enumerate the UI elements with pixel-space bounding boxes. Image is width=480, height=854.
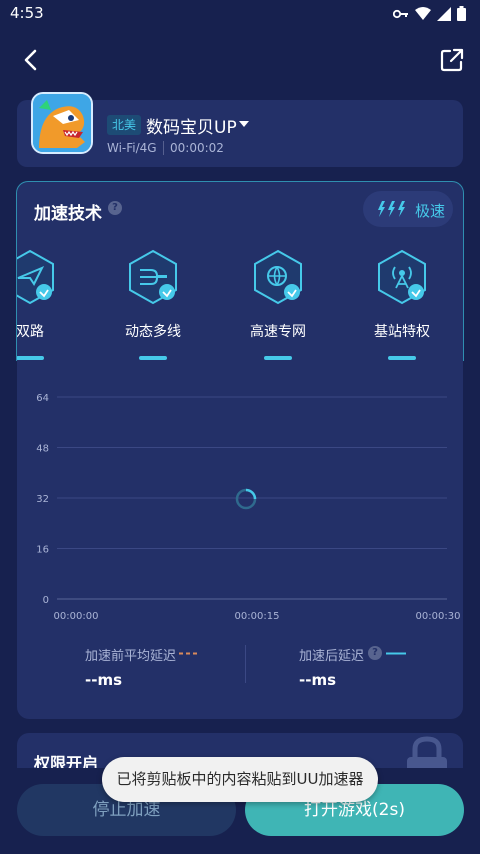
share-button[interactable] bbox=[438, 46, 466, 74]
battery-icon bbox=[457, 6, 466, 21]
help-icon[interactable]: ? bbox=[368, 646, 382, 660]
tech-item-indicator bbox=[388, 356, 416, 360]
tech-item-multiline[interactable]: 动态多线 bbox=[103, 248, 203, 360]
game-name[interactable]: 数码宝贝UP bbox=[146, 113, 237, 138]
speed-mode-label: 极速 bbox=[415, 202, 446, 220]
y-tick-label: 16 bbox=[36, 545, 49, 556]
elapsed-time: 00:00:02 bbox=[170, 141, 224, 155]
tech-item-dual[interactable]: 双路 bbox=[16, 248, 80, 360]
dashed-line-icon bbox=[179, 652, 197, 655]
y-tick-label: 32 bbox=[36, 494, 49, 505]
multiline-hex-icon bbox=[129, 249, 177, 305]
tech-item-label: 动态多线 bbox=[125, 324, 181, 340]
key-icon bbox=[393, 9, 408, 18]
status-icons bbox=[393, 6, 466, 21]
y-tick-label: 0 bbox=[43, 595, 49, 606]
dinosaur-icon bbox=[33, 94, 91, 152]
tower-hex-icon bbox=[378, 249, 426, 305]
legend-before-label: 加速前平均延迟 bbox=[85, 649, 177, 664]
status-bar: 4:53 bbox=[0, 0, 480, 28]
caret-down-icon[interactable] bbox=[239, 121, 249, 127]
x-tick-label: 00:00:30 bbox=[416, 611, 461, 622]
wifi-icon bbox=[415, 6, 431, 20]
tech-item-indicator bbox=[264, 356, 292, 360]
globe-hex-icon bbox=[254, 249, 302, 305]
acceleration-tech-card: 加速技术 ? 极速 双路 动态多线 高速专网 基站特权 bbox=[16, 181, 464, 361]
legend-before: 加速前平均延迟 --ms bbox=[17, 645, 245, 695]
tech-item-label: 基站特权 bbox=[374, 324, 430, 340]
legend-after: 加速后延迟 ? --ms bbox=[246, 645, 463, 695]
x-tick-label: 00:00:15 bbox=[235, 611, 280, 622]
divider bbox=[163, 141, 164, 155]
y-tick-label: 64 bbox=[36, 393, 49, 404]
game-card[interactable]: 北美 数码宝贝UP Wi-Fi/4G 00:00:02 bbox=[17, 92, 463, 167]
legend-before-value: --ms bbox=[85, 671, 123, 689]
speed-mode-pill[interactable]: 极速 bbox=[363, 191, 453, 227]
network-type: Wi-Fi/4G bbox=[107, 141, 157, 155]
lightning-icon bbox=[378, 201, 405, 217]
latency-chart: 64 48 32 16 0 00:00:00 00:00:15 00:00:30 bbox=[36, 393, 461, 622]
x-tick-label: 00:00:00 bbox=[54, 611, 99, 622]
chevron-left-icon bbox=[24, 49, 37, 71]
tech-item-label: 双路 bbox=[16, 324, 44, 340]
region-badge: 北美 bbox=[107, 115, 142, 135]
legend-after-label: 加速后延迟 bbox=[299, 649, 365, 664]
tech-item-highspeed[interactable]: 高速专网 bbox=[228, 248, 328, 360]
solid-line-icon bbox=[386, 652, 406, 655]
external-link-icon bbox=[440, 48, 464, 72]
tech-item-indicator bbox=[17, 356, 44, 360]
tech-item-label: 高速专网 bbox=[250, 324, 306, 340]
plane-hex-icon bbox=[17, 249, 54, 305]
legend-after-value: --ms bbox=[299, 671, 337, 689]
status-time: 4:53 bbox=[10, 4, 44, 22]
loading-spinner-icon bbox=[235, 488, 257, 510]
tech-item-indicator bbox=[139, 356, 167, 360]
y-tick-label: 48 bbox=[36, 444, 49, 455]
help-icon[interactable]: ? bbox=[108, 201, 122, 215]
signal-icon bbox=[437, 6, 451, 21]
back-button[interactable] bbox=[18, 46, 46, 74]
game-icon bbox=[31, 92, 93, 154]
latency-chart-card: 64 48 32 16 0 00:00:00 00:00:15 00:00:30 加速前平均延… bbox=[17, 361, 463, 719]
tech-item-basestation[interactable]: 基站特权 bbox=[352, 248, 452, 360]
toast-message: 已将剪贴板中的内容粘贴到UU加速器 bbox=[102, 757, 378, 802]
tech-title: 加速技术 bbox=[34, 204, 102, 224]
